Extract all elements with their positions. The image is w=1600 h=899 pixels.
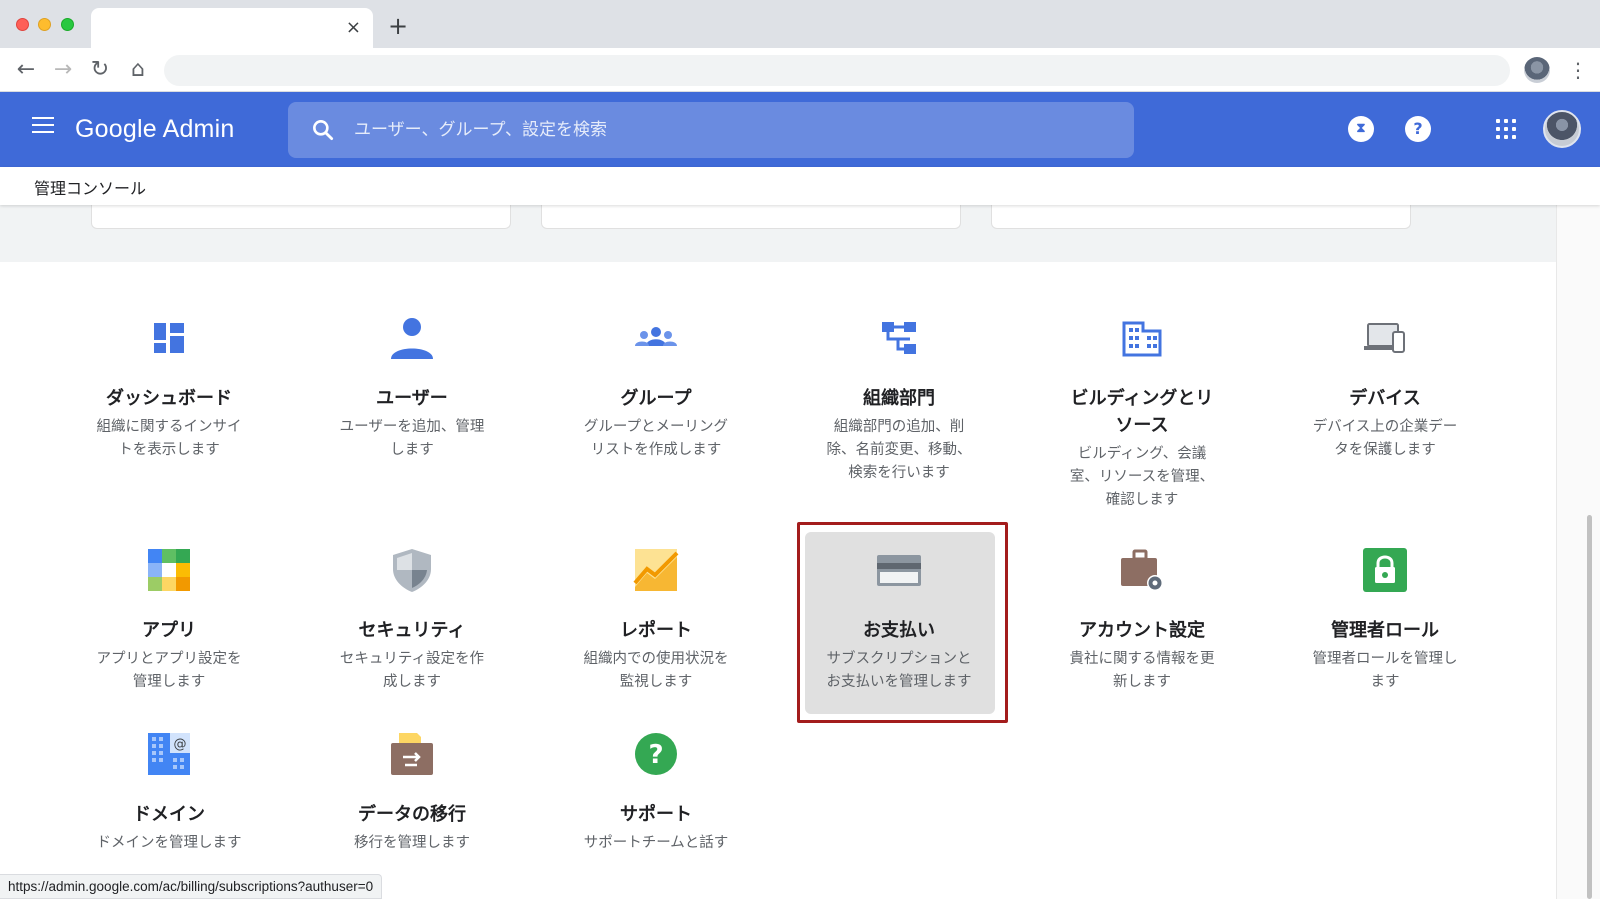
tile-groups[interactable]: グループ グループとメーリング リストを作成します [558, 315, 754, 462]
tile-description: 管理者ロールを管理し ます [1312, 651, 1458, 690]
tile-description: 組織内での使用状況を 監視します [583, 651, 729, 690]
scrollbar-thumb[interactable] [1587, 515, 1592, 899]
google-apps-icon[interactable] [1496, 119, 1516, 139]
org-units-icon [882, 322, 916, 354]
tile-org-units[interactable]: 組織部門 組織部門の追加、削 除、名前変更、移動、 検索を行います [801, 315, 997, 485]
main-content: ダッシュボード 組織に関するインサイ トを表示します ユーザー ユーザーを追加、… [0, 205, 1556, 899]
tab-close-icon[interactable]: × [346, 16, 361, 40]
google-admin-logo[interactable]: Google Admin [75, 112, 234, 146]
forward-button[interactable]: → [49, 56, 77, 84]
address-bar[interactable] [164, 55, 1510, 86]
tile-title: ビルディングとリ ソース [1070, 388, 1214, 436]
reload-button[interactable]: ↻ [86, 56, 114, 84]
tile-support[interactable]: ? サポート サポートチームと話す [558, 731, 754, 855]
search-icon [313, 120, 334, 141]
minimize-window-button[interactable] [38, 18, 51, 31]
summary-card [991, 205, 1411, 229]
tile-title: レポート [620, 620, 692, 641]
summary-card-band [0, 205, 1556, 262]
account-avatar[interactable] [1543, 110, 1581, 148]
group-icon [635, 327, 677, 346]
close-window-button[interactable] [16, 18, 29, 31]
dashboard-icon [154, 323, 184, 353]
tile-description: グループとメーリング リストを作成します [583, 419, 729, 458]
summary-card [541, 205, 961, 229]
tile-users[interactable]: ユーザー ユーザーを追加、管理 します [314, 315, 510, 462]
tile-title: セキュリティ [358, 620, 466, 641]
tile-description: サポートチームと話す [583, 835, 729, 851]
tile-title: アプリ [142, 620, 196, 641]
help-icon[interactable]: ? [1405, 116, 1431, 142]
back-button[interactable]: ← [12, 56, 40, 84]
shield-icon [393, 549, 431, 592]
tile-account-settings[interactable]: アカウント設定 貴社に関する情報を更 新します [1044, 547, 1240, 694]
tile-description: 組織に関するインサイ トを表示します [96, 419, 242, 458]
summary-card [91, 205, 511, 229]
browser-tab-strip: × + [0, 0, 1600, 48]
breadcrumb-bar: 管理コンソール [0, 167, 1600, 205]
tile-description: ユーザーを追加、管理 します [339, 419, 485, 458]
admin-header: Google Admin ⧗ ? [0, 92, 1600, 167]
tile-security[interactable]: セキュリティ セキュリティ設定を作 成します [314, 547, 510, 694]
page-scrollbar[interactable] [1556, 205, 1600, 899]
tile-title: ドメイン [133, 804, 205, 825]
tile-title: デバイス [1349, 388, 1421, 409]
tile-description: ドメインを管理します [96, 835, 242, 851]
tile-description: ビルディング、会議 室、リソースを管理、 確認します [1069, 446, 1215, 508]
tile-title: ダッシュボード [106, 388, 232, 409]
svg-text:@: @ [174, 737, 187, 752]
tile-description: 移行を管理します [354, 835, 470, 851]
domain-icon: @ [148, 733, 190, 775]
home-button[interactable]: ⌂ [124, 56, 152, 84]
search-bar[interactable] [288, 102, 1134, 158]
tile-description: デバイス上の企業デー タを保護します [1312, 419, 1458, 458]
svg-text:?: ? [648, 740, 663, 770]
tile-title: データの移行 [358, 804, 466, 825]
tile-description: 貴社に関する情報を更 新します [1069, 651, 1215, 690]
tile-title: サポート [620, 804, 692, 825]
tile-title: グループ [620, 388, 692, 409]
user-icon [391, 318, 433, 359]
tile-apps[interactable]: アプリ アプリとアプリ設定を 管理します [71, 547, 267, 694]
tile-data-migration[interactable]: データの移行 移行を管理します [314, 731, 510, 855]
browser-tab[interactable]: × [91, 8, 373, 48]
browser-toolbar: ← → ↻ ⌂ ⋮ [0, 48, 1600, 92]
tile-title: 管理者ロール [1331, 620, 1439, 641]
search-input[interactable] [354, 110, 1114, 150]
new-tab-button[interactable]: + [388, 14, 408, 38]
main-menu-icon[interactable] [32, 117, 54, 135]
tile-domains[interactable]: @ ドメイン ドメインを管理します [71, 731, 267, 855]
tile-title: 組織部門 [863, 388, 935, 409]
tile-title: アカウント設定 [1079, 620, 1205, 641]
apps-icon [148, 549, 190, 591]
devices-icon [1364, 323, 1405, 353]
tile-buildings[interactable]: ビルディングとリ ソース ビルディング、会議 室、リソースを管理、 確認します [1044, 315, 1240, 512]
support-icon: ? [635, 733, 677, 775]
browser-menu-icon[interactable]: ⋮ [1568, 57, 1588, 83]
report-chart-icon [633, 549, 679, 591]
account-settings-icon [1121, 549, 1163, 591]
billing-highlight-box [797, 522, 1008, 723]
tile-devices[interactable]: デバイス デバイス上の企業デー タを保護します [1287, 315, 1483, 462]
admin-lock-icon [1363, 548, 1407, 592]
tile-description: アプリとアプリ設定を 管理します [96, 651, 242, 690]
building-icon [1122, 321, 1162, 357]
tile-description: セキュリティ設定を作 成します [339, 651, 485, 690]
browser-profile-avatar[interactable] [1524, 57, 1550, 83]
tile-description: 組織部門の追加、削 除、名前変更、移動、 検索を行います [826, 419, 972, 481]
tile-admin-roles[interactable]: 管理者ロール 管理者ロールを管理し ます [1287, 547, 1483, 694]
tile-dashboard[interactable]: ダッシュボード 組織に関するインサイ トを表示します [71, 315, 267, 462]
tile-title: ユーザー [376, 388, 448, 409]
maximize-window-button[interactable] [61, 18, 74, 31]
status-bar-url: https://admin.google.com/ac/billing/subs… [0, 874, 383, 899]
tile-reports[interactable]: レポート 組織内での使用状況を 監視します [558, 547, 754, 694]
timer-icon[interactable]: ⧗ [1348, 116, 1374, 142]
breadcrumb[interactable]: 管理コンソール [34, 175, 146, 199]
migration-box-icon [391, 733, 433, 775]
